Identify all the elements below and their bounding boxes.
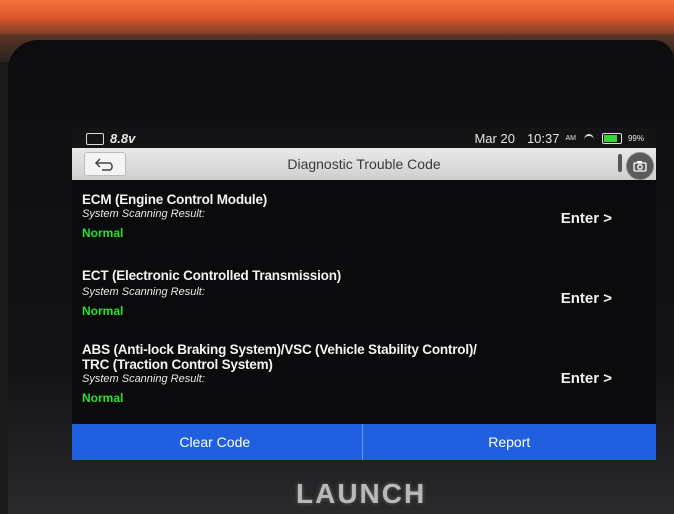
title-bar: Diagnostic Trouble Code	[72, 148, 656, 180]
tab-marker	[618, 154, 622, 172]
device-screen: 8.8v Mar 20 10:37 AM 99% Diagnostic Trou…	[72, 128, 656, 460]
report-button[interactable]: Report	[361, 424, 657, 460]
scan-status: Normal	[82, 391, 124, 405]
enter-button[interactable]: Enter >	[561, 210, 612, 227]
list-item-ect[interactable]: ECT (Electronic Controlled Transmission)…	[72, 268, 656, 330]
system-name: ECT (Electronic Controlled Transmission)	[82, 268, 342, 283]
voltage-readout: 8.8v	[110, 131, 136, 146]
status-left: 8.8v	[86, 131, 135, 146]
status-date: Mar 20	[474, 131, 515, 146]
back-button[interactable]	[84, 152, 126, 176]
status-ampm: AM	[565, 135, 576, 142]
status-bar: 8.8v Mar 20 10:37 AM 99%	[72, 128, 656, 148]
action-bar: Clear Code Report	[72, 424, 656, 460]
enter-button[interactable]: Enter >	[561, 370, 612, 387]
battery-icon	[601, 133, 622, 144]
screenshot-button[interactable]	[626, 152, 654, 180]
brand-logo: LAUNCH	[296, 478, 427, 509]
camera-icon	[633, 161, 647, 172]
system-name: ECM (Engine Control Module)	[82, 192, 268, 207]
system-name: ABS (Anti-lock Braking System)/VSC (Vehi…	[82, 342, 477, 357]
battery-percent: 99%	[627, 134, 644, 143]
back-arrow-icon	[94, 158, 113, 171]
list-item-abs[interactable]: ABS (Anti-lock Braking System)/VSC (Vehi…	[72, 342, 656, 418]
clear-code-button[interactable]: Clear Code	[72, 424, 362, 460]
scan-status: Normal	[82, 226, 124, 240]
wifi-icon	[582, 133, 596, 144]
page-title: Diagnostic Trouble Code	[287, 156, 441, 172]
status-time: 10:37	[526, 131, 560, 146]
enter-button[interactable]: Enter >	[561, 290, 612, 307]
list-item-ecm[interactable]: ECM (Engine Control Module) System Scann…	[72, 192, 656, 254]
status-right: Mar 20 10:37 AM 99%	[474, 131, 644, 146]
system-list: ECM (Engine Control Module) System Scann…	[72, 180, 656, 420]
vehicle-battery-icon	[86, 132, 104, 145]
